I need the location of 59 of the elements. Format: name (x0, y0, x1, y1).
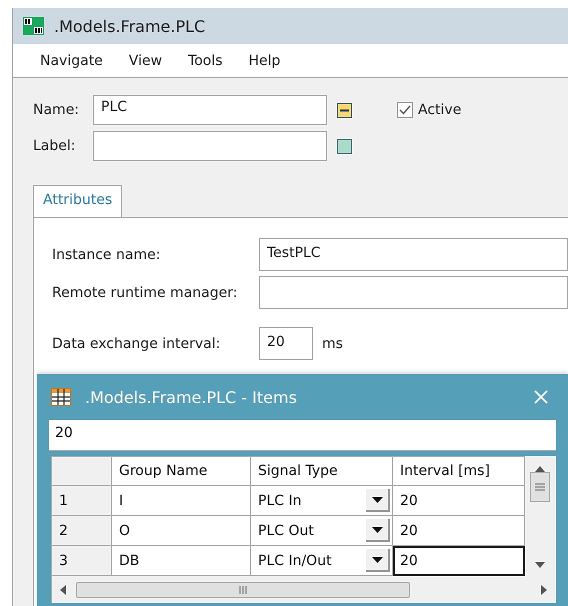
app-logo-icon (23, 17, 44, 35)
scroll-thumb[interactable] (530, 472, 550, 502)
interval-field[interactable]: 20 (259, 327, 313, 360)
caret-icon (372, 526, 382, 532)
dialog-title: .Models.Frame.PLC - Items (85, 388, 297, 406)
table-cell[interactable]: O (112, 516, 251, 546)
grip-icon (238, 586, 248, 594)
checkbox-label: Active (418, 102, 462, 118)
text-field[interactable] (259, 276, 568, 309)
menu-item[interactable]: Help (236, 52, 294, 68)
vertical-scrollbar[interactable] (525, 456, 555, 576)
down-arrow-icon (535, 562, 545, 568)
label-field[interactable] (93, 131, 327, 161)
menu-item[interactable]: View (116, 52, 176, 68)
name-field[interactable]: PLC (93, 95, 327, 125)
menu-item[interactable]: Tools (175, 52, 236, 68)
signal-type-value: PLC In (258, 492, 302, 508)
square-icon[interactable] (337, 138, 352, 154)
table-cell[interactable]: 20 (393, 516, 525, 546)
menu-item[interactable]: Navigate (27, 52, 116, 68)
check-icon (399, 105, 411, 115)
field-label: Data exchange interval: (52, 336, 222, 352)
column-header[interactable]: Signal Type (251, 456, 393, 486)
table-cell[interactable]: 20 (393, 486, 525, 516)
horizontal-scrollbar[interactable] (52, 576, 555, 603)
tab[interactable]: Attributes (33, 185, 122, 217)
caret-icon (372, 556, 382, 562)
text-field[interactable]: TestPLC (259, 238, 568, 271)
close-icon (534, 390, 548, 404)
row-number: 1 (52, 486, 112, 516)
minus-square-icon[interactable] (337, 102, 352, 118)
up-arrow-icon (535, 466, 545, 472)
cell-editor-field[interactable]: 20 (49, 420, 556, 451)
left-arrow-icon (60, 584, 66, 594)
field-label: Name: (33, 102, 80, 118)
column-header[interactable]: Group Name (112, 456, 251, 486)
dropdown-button[interactable] (366, 519, 390, 542)
signal-type-value: PLC Out (258, 522, 314, 538)
close-button[interactable] (534, 390, 548, 404)
table-cell[interactable]: DB (112, 546, 251, 576)
table-cell[interactable]: 20 (393, 546, 525, 576)
table-icon (51, 388, 71, 406)
unit-label: ms (322, 336, 343, 352)
window-title: .Models.Frame.PLC (54, 16, 206, 36)
table-cell[interactable]: I (112, 486, 251, 516)
scroll-thumb[interactable] (76, 582, 410, 598)
signal-type-value: PLC In/Out (258, 552, 332, 568)
dropdown-button[interactable] (366, 489, 390, 512)
row-number: 3 (52, 546, 112, 576)
field-label: Label: (33, 138, 76, 154)
dropdown-button[interactable] (366, 549, 390, 572)
column-header[interactable]: Interval [ms] (393, 456, 525, 486)
grip-icon (535, 483, 545, 491)
caret-icon (372, 496, 382, 502)
field-label: Instance name: (52, 246, 162, 262)
active-checkbox[interactable] (397, 102, 413, 118)
field-label: Remote runtime manager: (52, 284, 238, 300)
right-arrow-icon (541, 584, 547, 594)
row-number: 2 (52, 516, 112, 546)
